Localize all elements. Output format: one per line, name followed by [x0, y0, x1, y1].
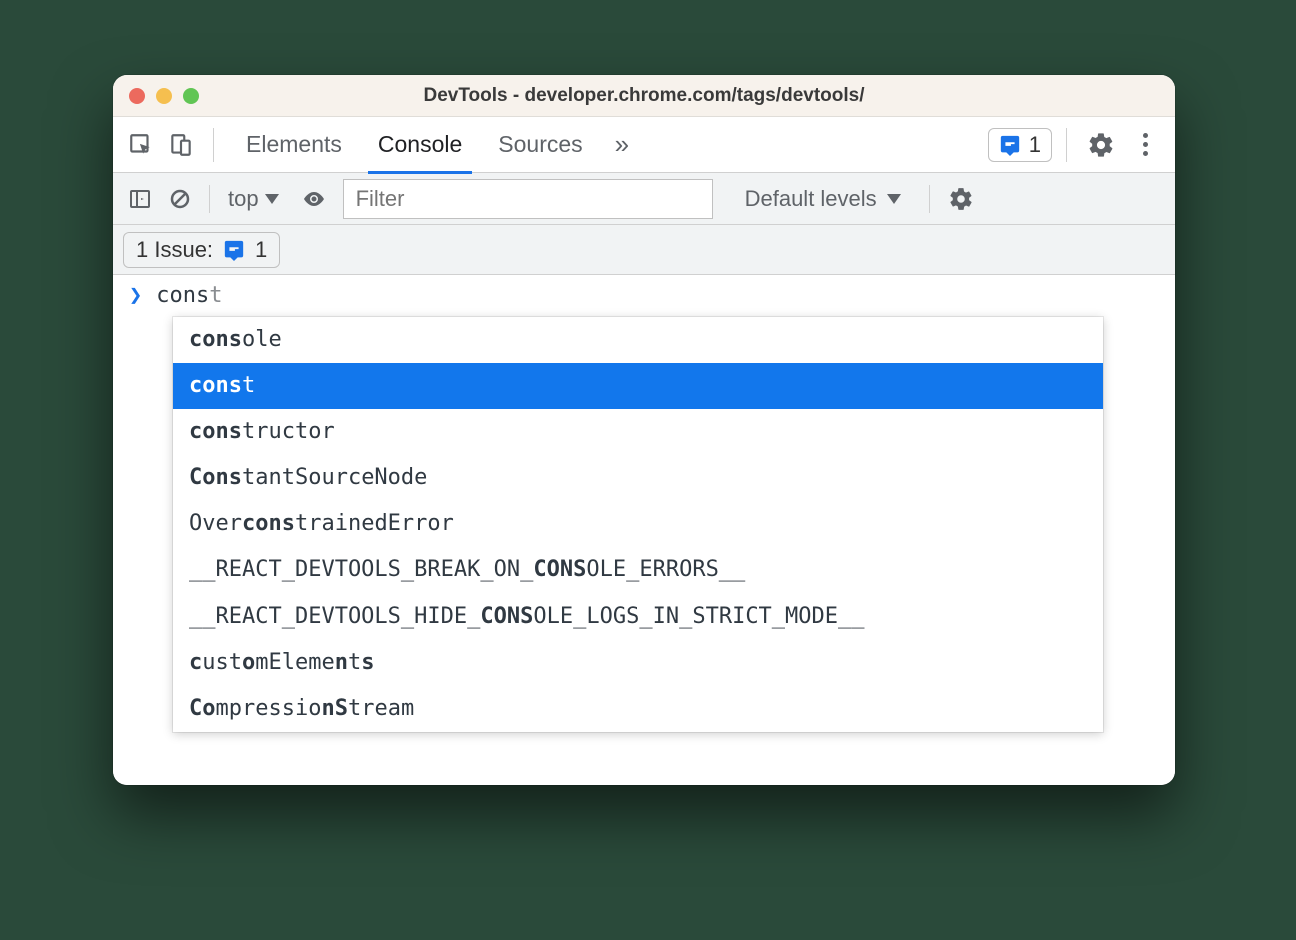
main-toolbar: ElementsConsoleSources » 1: [113, 117, 1175, 173]
filter-input[interactable]: [343, 179, 713, 219]
issues-counter-button[interactable]: 1: [988, 128, 1052, 162]
divider: [213, 128, 214, 162]
toggle-console-sidebar-icon[interactable]: [123, 182, 157, 216]
autocomplete-item[interactable]: ConstantSourceNode: [173, 455, 1103, 501]
autocomplete-item[interactable]: __REACT_DEVTOOLS_BREAK_ON_CONSOLE_ERRORS…: [173, 547, 1103, 593]
levels-label: Default levels: [745, 186, 877, 212]
titlebar: DevTools - developer.chrome.com/tags/dev…: [113, 75, 1175, 117]
context-label: top: [228, 186, 259, 212]
console-settings-icon[interactable]: [944, 179, 978, 219]
autocomplete-item[interactable]: customElements: [173, 640, 1103, 686]
tab-elements[interactable]: Elements: [228, 117, 360, 173]
chevron-down-icon: [265, 194, 279, 204]
execution-context-select[interactable]: top: [222, 186, 285, 212]
autocomplete-item[interactable]: CompressionStream: [173, 686, 1103, 732]
live-expression-icon[interactable]: [297, 182, 331, 216]
zoom-window-button[interactable]: [183, 88, 199, 104]
divider: [929, 185, 930, 213]
issues-chip[interactable]: 1 Issue: 1: [123, 232, 280, 268]
clear-console-icon[interactable]: [163, 182, 197, 216]
inspect-element-icon[interactable]: [123, 127, 159, 163]
console-input-row[interactable]: ❯ const: [113, 275, 1175, 312]
traffic-lights: [129, 88, 199, 104]
autocomplete-item[interactable]: __REACT_DEVTOOLS_HIDE_CONSOLE_LOGS_IN_ST…: [173, 594, 1103, 640]
device-toolbar-icon[interactable]: [163, 127, 199, 163]
issues-chip-count: 1: [255, 237, 267, 263]
close-window-button[interactable]: [129, 88, 145, 104]
settings-icon[interactable]: [1081, 125, 1121, 165]
window-title: DevTools - developer.chrome.com/tags/dev…: [113, 85, 1175, 107]
minimize-window-button[interactable]: [156, 88, 172, 104]
log-levels-select[interactable]: Default levels: [737, 186, 909, 212]
autocomplete-item[interactable]: const: [173, 363, 1103, 409]
issues-label: 1 Issue:: [136, 237, 213, 263]
divider: [1066, 128, 1067, 162]
console-toolbar: top Default levels: [113, 173, 1175, 225]
more-tabs-icon[interactable]: »: [605, 129, 639, 160]
issues-count: 1: [1029, 132, 1041, 158]
autocomplete-item[interactable]: console: [173, 317, 1103, 363]
console-input-text: const: [156, 283, 222, 308]
autocomplete-popup: consoleconstconstructorConstantSourceNod…: [173, 317, 1103, 732]
devtools-window: DevTools - developer.chrome.com/tags/dev…: [113, 75, 1175, 785]
autocomplete-item[interactable]: OverconstrainedError: [173, 501, 1103, 547]
panel-tabs: ElementsConsoleSources: [228, 117, 601, 173]
console-body: ❯ const consoleconstconstructorConstantS…: [113, 275, 1175, 785]
autocomplete-item[interactable]: constructor: [173, 409, 1103, 455]
issues-bar: 1 Issue: 1: [113, 225, 1175, 275]
tab-console[interactable]: Console: [360, 117, 480, 173]
tab-sources[interactable]: Sources: [480, 117, 600, 173]
divider: [209, 185, 210, 213]
kebab-menu-icon[interactable]: [1125, 125, 1165, 165]
chevron-down-icon: [887, 194, 901, 204]
prompt-icon: ❯: [129, 283, 142, 308]
